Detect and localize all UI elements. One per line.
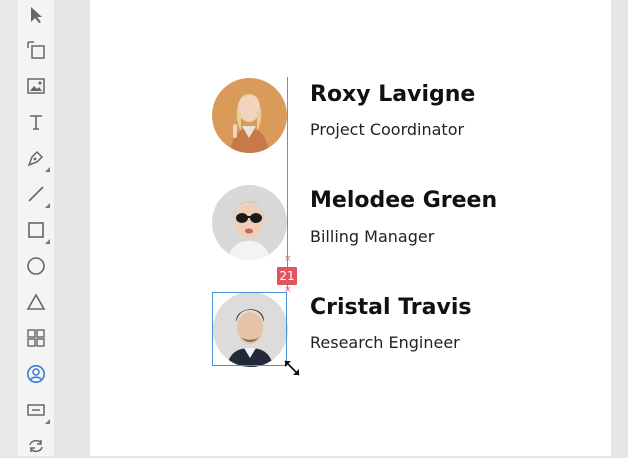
line-icon[interactable] — [24, 182, 50, 208]
person-name: Melodee Green — [310, 188, 498, 213]
canvas-margin — [54, 0, 90, 456]
pen-icon[interactable] — [24, 146, 50, 172]
left-toolbar — [0, 0, 54, 456]
user-avatar-icon[interactable] — [24, 362, 48, 386]
resize-cursor-icon — [282, 358, 302, 382]
text-icon[interactable] — [24, 110, 48, 134]
spacing-value-badge: 21 — [277, 267, 297, 285]
triangle-icon[interactable] — [24, 290, 48, 314]
person-role: Project Coordinator — [310, 120, 465, 139]
ellipse-icon[interactable] — [24, 254, 48, 278]
avatar[interactable] — [212, 185, 287, 260]
person-role: Billing Manager — [310, 227, 435, 246]
grid-icon[interactable] — [24, 326, 48, 350]
image-icon[interactable] — [24, 74, 48, 98]
avatar[interactable] — [212, 78, 287, 153]
toolbar-edge — [0, 0, 18, 456]
component-icon[interactable] — [24, 38, 48, 62]
selection-box[interactable] — [212, 292, 287, 366]
guide-marker-icon: × — [284, 254, 292, 264]
canvas-margin-right — [611, 0, 628, 456]
person-name: Roxy Lavigne — [310, 82, 476, 107]
person-role: Research Engineer — [310, 333, 460, 352]
rectangle-icon[interactable] — [24, 218, 50, 244]
select-arrow-icon[interactable] — [24, 3, 48, 27]
input-field-icon[interactable] — [24, 398, 50, 424]
person-name: Cristal Travis — [310, 295, 472, 320]
repeat-icon[interactable] — [24, 434, 48, 458]
